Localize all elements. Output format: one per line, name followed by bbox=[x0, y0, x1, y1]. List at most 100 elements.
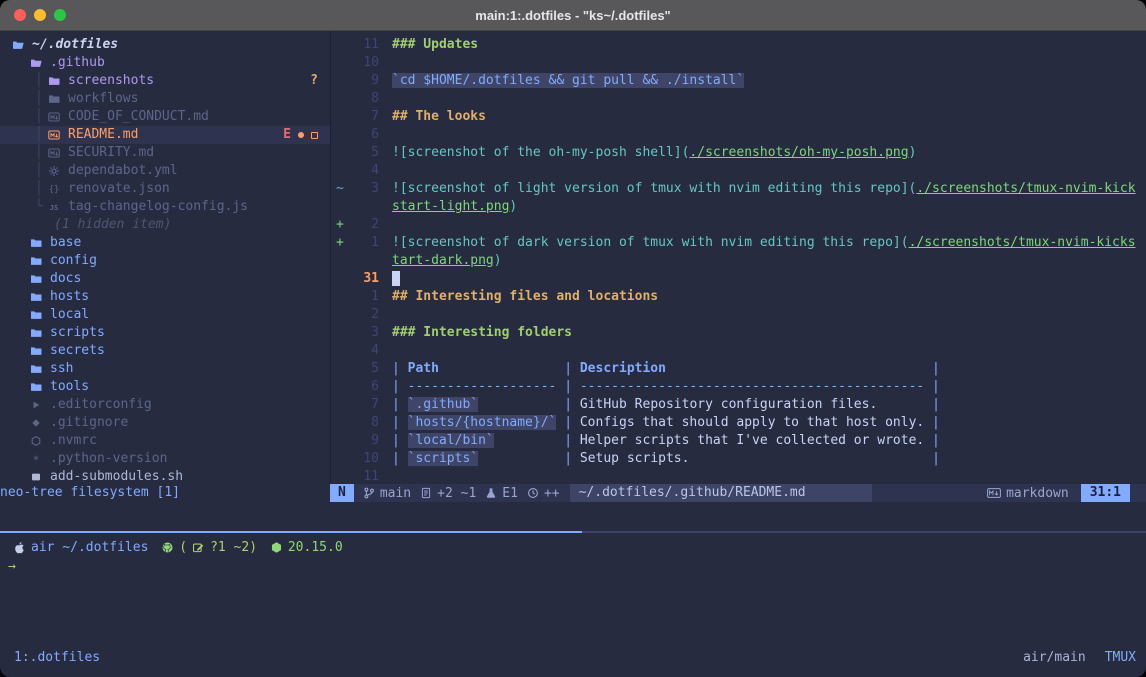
editor-line[interactable]: 5![screenshot of the oh-my-posh shell](.… bbox=[331, 144, 1146, 162]
git-branch-name: main bbox=[380, 486, 411, 501]
editor-line[interactable]: ~3![screenshot of light version of tmux … bbox=[331, 180, 1146, 198]
git-changes: +2 ~1 bbox=[437, 486, 476, 501]
gear-icon bbox=[48, 165, 62, 177]
tree-item-badges: E bbox=[283, 126, 330, 144]
editor-line[interactable]: 6| ------------------- | ---------------… bbox=[331, 378, 1146, 396]
syntax-h2: ## Interesting files and locations bbox=[392, 289, 658, 304]
tree-item-renovate.json[interactable]: │{}renovate.json bbox=[0, 180, 330, 198]
svg-text:*: * bbox=[33, 454, 40, 466]
editor-line[interactable]: +2 bbox=[331, 216, 1146, 234]
editor-line[interactable]: 10| `scripts` | Setup scripts. | bbox=[331, 450, 1146, 468]
titlebar[interactable]: main:1:.dotfiles - "ks~/.dotfiles" bbox=[0, 0, 1146, 31]
editor-line[interactable]: 7| `.github` | GitHub Repository configu… bbox=[331, 396, 1146, 414]
zoom-button[interactable] bbox=[54, 9, 66, 21]
prompt-text: 20.15.0 bbox=[288, 538, 343, 557]
tree-item-scripts[interactable]: scripts bbox=[0, 324, 330, 342]
tree-item--1-hidden-item-[interactable]: (1 hidden item) bbox=[0, 216, 330, 234]
editor-line[interactable]: 7## The looks bbox=[331, 108, 1146, 126]
tree-item-config[interactable]: config bbox=[0, 252, 330, 270]
shell-pane[interactable]: air ~/.dotfiles (?1 ~2) 20.15.0 → bbox=[0, 536, 1146, 644]
editor-line[interactable]: 11### Updates bbox=[331, 36, 1146, 54]
tree-item-screenshots[interactable]: │screenshots? bbox=[0, 72, 330, 90]
folder-open-icon bbox=[30, 57, 44, 69]
line-text: start-light.png) bbox=[392, 198, 517, 216]
command-line bbox=[0, 502, 1146, 531]
gutter-sign bbox=[331, 342, 349, 360]
line-number: 7 bbox=[349, 396, 379, 414]
shell-continuation-line[interactable]: → bbox=[8, 557, 1146, 576]
close-button[interactable] bbox=[14, 9, 26, 21]
tree-item-label: base bbox=[50, 234, 330, 252]
tree-item-label: .nvmrc bbox=[50, 432, 330, 450]
syntax-colhead: Path bbox=[408, 361, 439, 376]
tree-item-add-submodules.sh[interactable]: add-submodules.sh bbox=[0, 468, 330, 484]
tree-item-.gitignore[interactable]: .gitignore bbox=[0, 414, 330, 432]
editor-line[interactable]: 10 bbox=[331, 54, 1146, 72]
minimize-button[interactable] bbox=[34, 9, 46, 21]
editor-buffer[interactable]: 11### Updates109`cd $HOME/.dotfiles && g… bbox=[330, 31, 1146, 484]
git-branch-icon bbox=[363, 487, 375, 499]
tree-item-ssh[interactable]: ssh bbox=[0, 360, 330, 378]
tree-item-.github[interactable]: .github bbox=[0, 54, 330, 72]
tree-item-secrets[interactable]: secrets bbox=[0, 342, 330, 360]
syntax-h3: ### Updates bbox=[392, 37, 478, 52]
tree-item-readme.md[interactable]: │README.mdE bbox=[0, 126, 330, 144]
git-branch-segment[interactable]: main bbox=[363, 486, 411, 501]
tree-item-tools[interactable]: tools bbox=[0, 378, 330, 396]
editor-line[interactable]: 3### Interesting folders bbox=[331, 324, 1146, 342]
syntax-h2: ## The looks bbox=[392, 109, 486, 124]
syntax-desc: Setup scripts. bbox=[580, 451, 924, 466]
tree-item-security.md[interactable]: │SECURITY.md bbox=[0, 144, 330, 162]
tree-item-hosts[interactable]: hosts bbox=[0, 288, 330, 306]
gutter-sign bbox=[331, 288, 349, 306]
line-number: 2 bbox=[349, 306, 379, 324]
editor-line[interactable]: 11 bbox=[331, 468, 1146, 484]
syntax-pipe: | bbox=[556, 397, 579, 412]
editor-line[interactable]: 31 bbox=[331, 270, 1146, 288]
line-text: ![screenshot of the oh-my-posh shell](./… bbox=[392, 144, 916, 162]
tree-item-base[interactable]: base bbox=[0, 234, 330, 252]
editor-line[interactable]: 2 bbox=[331, 306, 1146, 324]
tree-item-code-of-conduct.md[interactable]: │CODE_OF_CONDUCT.md bbox=[0, 108, 330, 126]
tmux-session-label: air/main bbox=[1023, 650, 1086, 665]
editor-line[interactable]: 4 bbox=[331, 162, 1146, 180]
tree-item-.nvmrc[interactable]: .nvmrc bbox=[0, 432, 330, 450]
tree-item--.dotfiles[interactable]: ~/.dotfiles bbox=[0, 36, 330, 54]
line-number: 6 bbox=[349, 126, 379, 144]
line-text: `cd $HOME/.dotfiles && git pull && ./ins… bbox=[392, 72, 744, 90]
syntax-md: ![screenshot of dark version of tmux wit… bbox=[392, 235, 909, 250]
syntax-url: ./screenshots/oh-my-posh.png bbox=[689, 145, 908, 160]
tree-item-.python-version[interactable]: *.python-version bbox=[0, 450, 330, 468]
prompt-arrow: → bbox=[8, 557, 16, 576]
editor-line[interactable]: 1## Interesting files and locations bbox=[331, 288, 1146, 306]
editor-line[interactable]: 9| `local/bin` | Helper scripts that I'v… bbox=[331, 432, 1146, 450]
tree-item-label: renovate.json bbox=[68, 180, 330, 198]
editor-line[interactable]: 9`cd $HOME/.dotfiles && git pull && ./in… bbox=[331, 72, 1146, 90]
syntax-md: ) bbox=[909, 145, 917, 160]
editor-line[interactable]: +1![screenshot of dark version of tmux w… bbox=[331, 234, 1146, 252]
syntax-dash: ------------------- bbox=[408, 379, 557, 394]
pane-divider[interactable] bbox=[0, 531, 1146, 533]
active-pane-border bbox=[0, 531, 582, 533]
editor-line[interactable]: 8| `hosts/{hostname}/` | Configs that sh… bbox=[331, 414, 1146, 432]
tmux-window-label[interactable]: 1:.dotfiles bbox=[14, 650, 100, 665]
tree-item-docs[interactable]: docs bbox=[0, 270, 330, 288]
file-path[interactable]: ~/.dotfiles/.github/README.md bbox=[570, 484, 872, 502]
tree-item-.editorconfig[interactable]: .editorconfig bbox=[0, 396, 330, 414]
tree-guide: │ bbox=[35, 144, 48, 162]
editor-line[interactable]: 4 bbox=[331, 342, 1146, 360]
editor-line[interactable]: tart-dark.png) bbox=[331, 252, 1146, 270]
syntax-pipe: | bbox=[924, 433, 940, 448]
editor-line[interactable]: 6 bbox=[331, 126, 1146, 144]
tree-item-label: .gitignore bbox=[50, 414, 330, 432]
tree-item-dependabot.yml[interactable]: │dependabot.yml bbox=[0, 162, 330, 180]
syntax-md: ![screenshot of light version of tmux wi… bbox=[392, 181, 916, 196]
tree-item-workflows[interactable]: │workflows bbox=[0, 90, 330, 108]
editor-line[interactable]: 5| Path | Description | bbox=[331, 360, 1146, 378]
editor-line[interactable]: start-light.png) bbox=[331, 198, 1146, 216]
editor-line[interactable]: 8 bbox=[331, 90, 1146, 108]
tree-item-tag-changelog-config.js[interactable]: └JStag-changelog-config.js bbox=[0, 198, 330, 216]
line-text: ## Interesting files and locations bbox=[392, 288, 658, 306]
tree-item-local[interactable]: local bbox=[0, 306, 330, 324]
tree-guide: │ bbox=[35, 162, 48, 180]
